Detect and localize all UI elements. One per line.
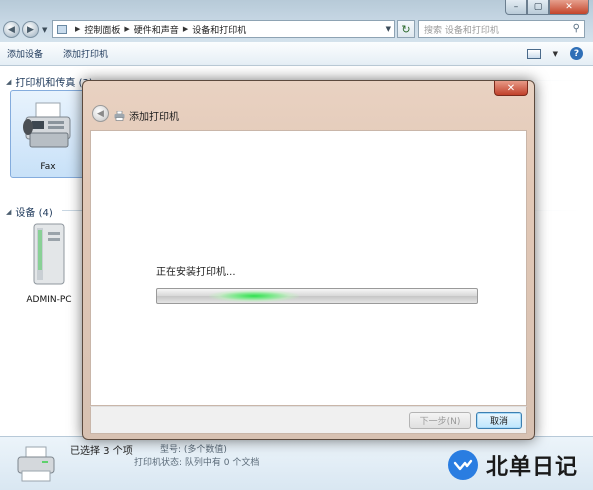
arrow-left-icon: ◀ — [97, 108, 104, 119]
selection-count: 已选择 3 个项 — [70, 446, 133, 457]
view-controls: ▼ ? — [526, 47, 583, 60]
view-options-icon[interactable] — [526, 48, 541, 59]
refresh-button[interactable]: ↻ — [397, 20, 415, 38]
window-controls: – ▢ ✕ — [505, 0, 589, 15]
next-button[interactable]: 下一步(N) — [409, 412, 471, 429]
checkmark-logo-icon — [448, 450, 478, 480]
dialog-back-button[interactable]: ◀ — [92, 105, 109, 122]
address-bar[interactable]: ▶ 控制面板 ▶ 硬件和声音 ▶ 设备和打印机 ▼ — [52, 20, 395, 38]
model-info: 型号: (多个数值) — [160, 445, 227, 455]
watermark-text: 北单日记 — [486, 455, 579, 480]
history-dropdown-icon[interactable]: ▼ — [42, 26, 47, 34]
dialog-body: 正在安装打印机... — [90, 130, 527, 406]
breadcrumb-hardware-sound[interactable]: 硬件和声音 — [134, 23, 179, 36]
install-status-text: 正在安装打印机... — [156, 267, 236, 278]
progress-glow — [209, 290, 299, 302]
arrow-left-icon: ◀ — [8, 24, 15, 35]
breadcrumb-control-panel[interactable]: 控制面板 — [84, 23, 120, 36]
printer-icon — [114, 110, 125, 121]
collapse-triangle-icon[interactable]: ◢ — [6, 208, 11, 216]
breadcrumb-separator-icon[interactable]: ▶ — [75, 25, 80, 33]
printer-tile-fax[interactable]: Fax — [10, 90, 86, 178]
printer-icon — [17, 446, 55, 482]
search-input[interactable]: 搜索 设备和打印机 ⚲ — [418, 20, 585, 38]
add-device-button[interactable]: 添加设备 — [0, 47, 50, 60]
watermark-logo: 北单日记 — [448, 444, 588, 486]
minimize-button[interactable]: – — [505, 0, 527, 15]
dialog-title: 添加打印机 — [129, 112, 179, 123]
collapse-triangle-icon[interactable]: ◢ — [6, 78, 11, 86]
explorer-title-bar: – ▢ ✕ ◀ ▶ ▼ ▶ 控制面板 ▶ 硬件和声音 ▶ 设备和打印机 ▼ ↻ … — [0, 0, 593, 42]
cancel-button[interactable]: 取消 — [476, 412, 522, 429]
breadcrumb-separator-icon[interactable]: ▶ — [183, 25, 188, 33]
arrow-right-icon: ▶ — [27, 24, 34, 35]
tile-label: Fax — [40, 162, 56, 172]
forward-button[interactable]: ▶ — [22, 21, 39, 38]
add-printer-button[interactable]: 添加打印机 — [56, 47, 115, 60]
search-placeholder: 搜索 设备和打印机 — [424, 25, 499, 36]
chevron-down-icon[interactable]: ▼ — [553, 50, 558, 58]
control-panel-icon — [57, 24, 67, 34]
group-header-printers[interactable]: ◢ 打印机和传真 (3) — [6, 74, 93, 90]
group-header-label: 设备 (4) — [15, 208, 53, 219]
maximize-button[interactable]: ▢ — [527, 0, 549, 15]
device-tile-admin-pc[interactable]: ADMIN-PC — [18, 222, 80, 306]
refresh-icon: ↻ — [401, 22, 411, 36]
breadcrumb-separator-icon[interactable]: ▶ — [124, 25, 129, 33]
chevron-down-icon[interactable]: ▼ — [386, 25, 391, 33]
install-progress-bar — [156, 288, 478, 304]
dialog-footer: 下一步(N) 取消 — [90, 406, 527, 434]
command-bar: 添加设备 添加打印机 ▼ ? — [0, 42, 593, 66]
search-icon: ⚲ — [572, 23, 580, 34]
tile-label: ADMIN-PC — [26, 295, 72, 305]
dialog-title-bar: 添加打印机 — [114, 108, 179, 123]
group-header-devices[interactable]: ◢ 设备 (4) — [6, 204, 53, 220]
breadcrumb-devices-printers[interactable]: 设备和打印机 — [192, 23, 246, 36]
computer-tower-icon — [33, 223, 65, 285]
back-button[interactable]: ◀ — [3, 21, 20, 38]
close-button[interactable]: ✕ — [549, 0, 589, 15]
printer-status: 打印机状态: 队列中有 0 个文档 — [134, 458, 260, 468]
add-printer-dialog: ✕ ◀ 添加打印机 正在安装打印机... 下一步(N) 取消 — [82, 80, 535, 440]
dialog-close-button[interactable]: ✕ — [494, 81, 528, 96]
fax-icon — [23, 102, 71, 148]
help-icon[interactable]: ? — [570, 47, 583, 60]
